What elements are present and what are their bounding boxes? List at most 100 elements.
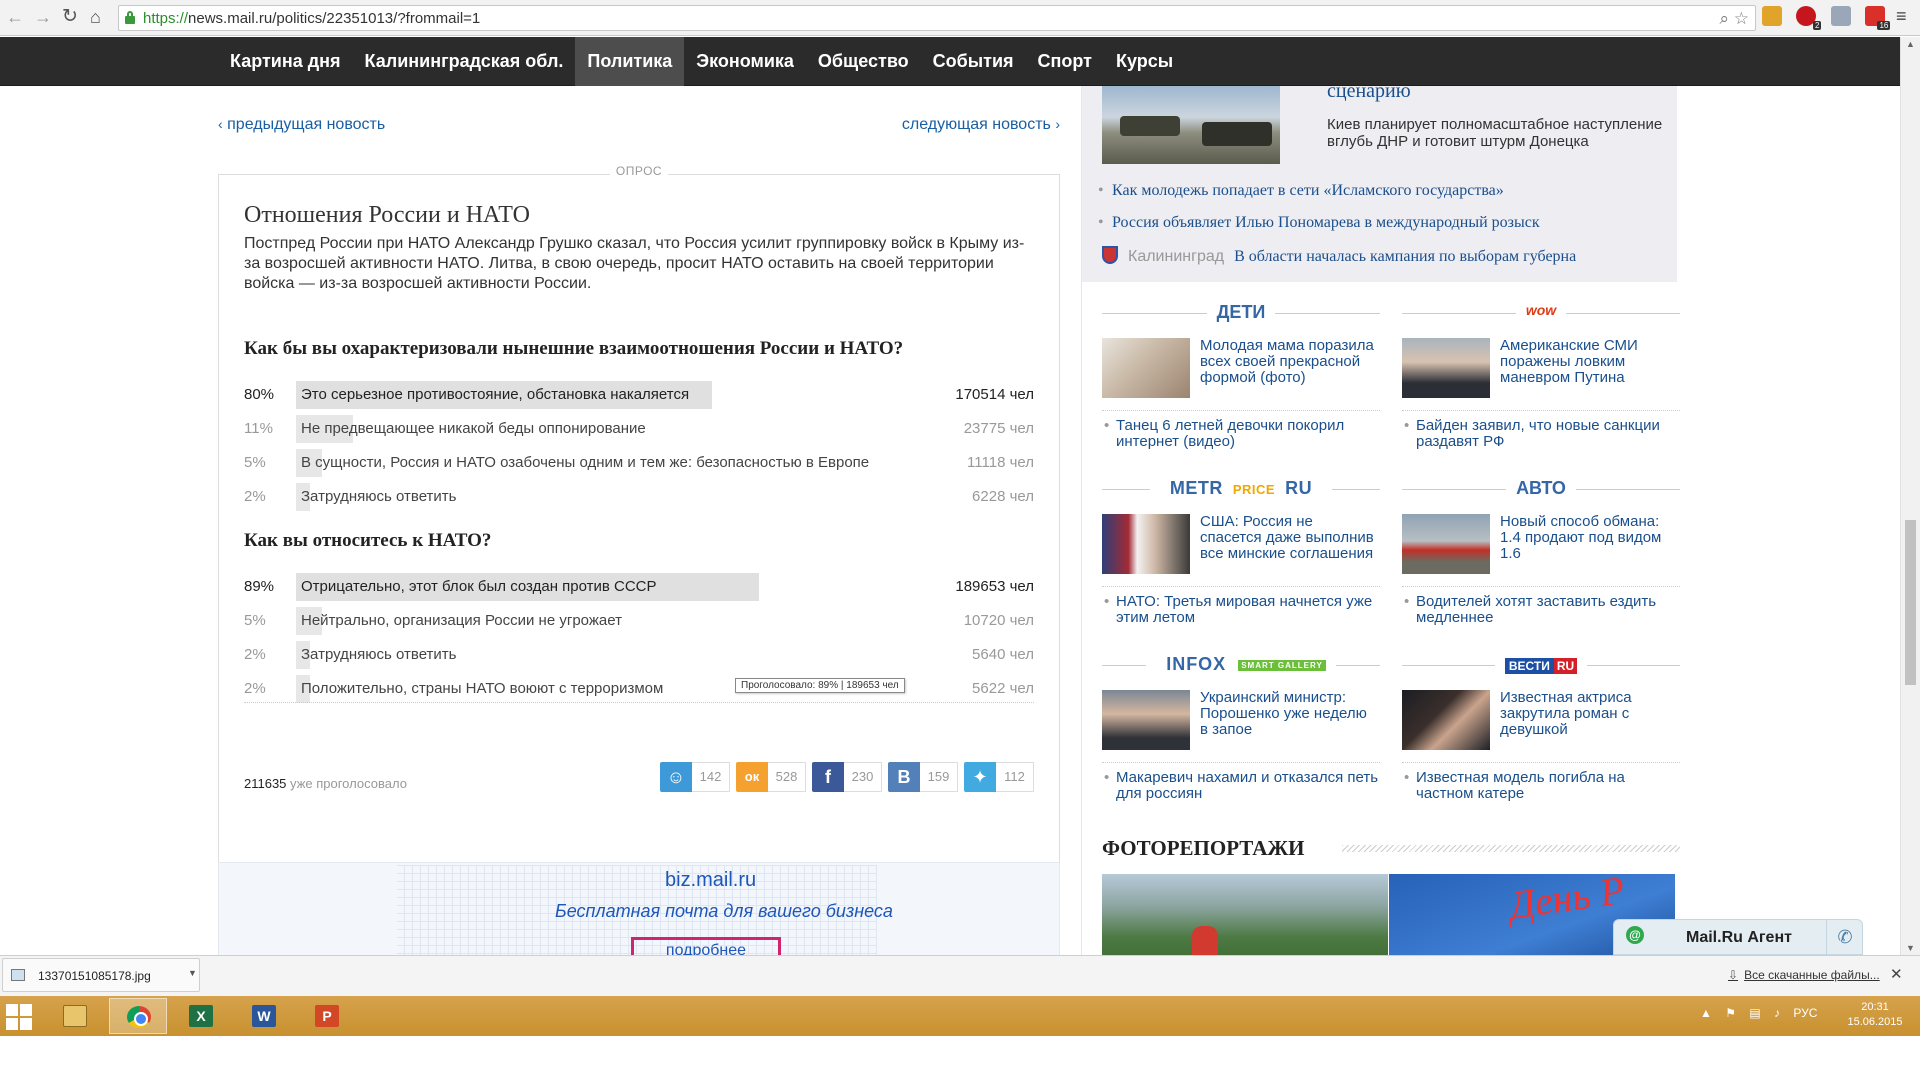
vkontakte-icon[interactable]: В: [888, 762, 920, 792]
nav-item[interactable]: Курсы: [1104, 37, 1185, 86]
rubric-item[interactable]: Новый способ обмана: 1.4 продают под вид…: [1402, 514, 1680, 576]
extension-icon[interactable]: [1830, 6, 1851, 26]
moimir-icon[interactable]: ☺: [660, 762, 692, 792]
facebook-icon[interactable]: f: [812, 762, 844, 792]
taskbar-excel[interactable]: X: [172, 998, 230, 1034]
thumbnail[interactable]: [1102, 338, 1190, 398]
poll-answer[interactable]: 11% Не предвещающее никакой беды оппониро…: [244, 412, 1034, 446]
phone-icon[interactable]: ✆: [1826, 920, 1863, 954]
thumbnail[interactable]: [1402, 514, 1490, 574]
rubric-item[interactable]: Американские СМИ поражены ловким маневро…: [1402, 338, 1680, 400]
rubric-link[interactable]: НАТО: Третья мировая начнется уже этим л…: [1102, 594, 1380, 626]
mail-extension-icon[interactable]: 16: [1865, 6, 1891, 30]
zoom-icon[interactable]: ⌕: [1719, 9, 1729, 28]
taskbar-powerpoint[interactable]: P: [298, 998, 356, 1034]
answer-count: 11118 чел: [967, 454, 1034, 471]
divider: [244, 702, 1034, 703]
thumbnail[interactable]: [1402, 338, 1490, 398]
all-downloads-link[interactable]: ⇩ Все скачанные файлы...: [1728, 968, 1880, 982]
rubric-item[interactable]: Украинский министр: Порошенко уже неделю…: [1102, 690, 1380, 752]
poll-answer[interactable]: 5% Нейтрально, организация России не угро…: [244, 604, 1034, 638]
poll-answer[interactable]: 5% В сущности, Россия и НАТО озабочены од…: [244, 446, 1034, 480]
download-arrow-icon: ⇩: [1728, 968, 1739, 982]
nav-item[interactable]: Калининградская обл.: [353, 37, 576, 86]
next-news-link[interactable]: следующая новость ›: [902, 116, 1060, 134]
clock[interactable]: 20:31 15.06.2015: [1838, 1000, 1912, 1030]
rubric-link[interactable]: Танец 6 летней девочки покорил интернет …: [1102, 418, 1380, 450]
news-title[interactable]: сценарию: [1327, 86, 1411, 103]
rubric-link[interactable]: Водителей хотят заставить ездить медленн…: [1402, 594, 1680, 626]
news-link[interactable]: Россия объявляет Илью Пономарева в между…: [1098, 214, 1540, 232]
address-bar[interactable]: https://news.mail.ru/politics/22351013/?…: [118, 5, 1756, 31]
share-vkontakte[interactable]: В 159: [888, 762, 958, 792]
thumbnail[interactable]: [1102, 690, 1190, 750]
chevron-down-icon[interactable]: ▼: [188, 968, 197, 978]
poll-answer[interactable]: 2% Затрудняюсь ответить 6228 чел: [244, 480, 1034, 514]
menu-icon[interactable]: ≡: [1896, 6, 1907, 27]
rubric-link[interactable]: Известная модель погибла на частном кате…: [1402, 770, 1680, 802]
home-icon[interactable]: ⌂: [90, 7, 101, 27]
news-link[interactable]: Как молодежь попадает в сети «Исламского…: [1098, 182, 1504, 200]
poll-description: Постпред России при НАТО Александр Грушк…: [244, 235, 1025, 292]
answer-percent: 80%: [244, 386, 275, 403]
nav-item[interactable]: Общество: [806, 37, 921, 86]
lock-icon: [125, 11, 135, 24]
photoreports-heading: ФОТОРЕПОРТАЖИ: [1102, 836, 1680, 862]
rubric-link[interactable]: Байден заявил, что новые санкции раздавя…: [1402, 418, 1680, 450]
taskbar-chrome[interactable]: [109, 998, 167, 1034]
rubric-wow: wow Американские СМИ поражены ловким ман…: [1402, 302, 1680, 450]
banner-more-button[interactable]: подробнее: [631, 937, 781, 956]
previous-news-link[interactable]: ‹ предыдущая новость: [218, 116, 385, 134]
reload-icon[interactable]: ↻: [62, 7, 78, 27]
url-text[interactable]: https://news.mail.ru/politics/22351013/?…: [143, 10, 480, 27]
nav-item[interactable]: Картина дня: [218, 37, 353, 86]
share-twitter[interactable]: ✦ 112: [964, 762, 1034, 792]
rubric-link[interactable]: Макаревич нахамил и отказался петь для р…: [1102, 770, 1380, 802]
photoreport-image[interactable]: [1102, 874, 1388, 956]
forward-icon[interactable]: →: [34, 7, 52, 27]
answer-count: 23775 чел: [963, 420, 1034, 437]
download-item[interactable]: 13370151085178.jpg ▼: [2, 958, 200, 992]
poll-answer[interactable]: 80% Это серьезное противостояние, обстано…: [244, 378, 1034, 412]
poll-answer[interactable]: 2% Положительно, страны НАТО воюют с терр…: [244, 672, 1034, 706]
scrollbar-thumb[interactable]: [1905, 520, 1916, 685]
news-photo[interactable]: [1102, 86, 1280, 164]
scroll-down-icon[interactable]: ▼: [1906, 943, 1915, 953]
volume-icon[interactable]: ♪: [1774, 1006, 1780, 1020]
biz-mail-banner[interactable]: biz.mail.ru Бесплатная почта для вашего …: [218, 862, 1060, 956]
adblock-icon[interactable]: 2: [1796, 6, 1822, 30]
twitter-icon[interactable]: ✦: [964, 762, 996, 792]
answer-text: Затрудняюсь ответить: [301, 488, 457, 505]
rubric-item[interactable]: Известная актриса закрутила роман с деву…: [1402, 690, 1680, 752]
nav-item[interactable]: События: [921, 37, 1026, 86]
chrome-icon: [127, 1006, 151, 1028]
taskbar-word[interactable]: W: [235, 998, 293, 1034]
thumbnail[interactable]: [1102, 514, 1190, 574]
share-moimir[interactable]: ☺ 142: [660, 762, 730, 792]
nav-item[interactable]: Спорт: [1026, 37, 1104, 86]
thumbnail[interactable]: [1402, 690, 1490, 750]
poll-answer[interactable]: 2% Затрудняюсь ответить 5640 чел: [244, 638, 1034, 672]
total-votes: 211635 уже проголосовало: [244, 776, 407, 791]
taskbar-explorer[interactable]: [46, 998, 104, 1034]
scroll-up-icon[interactable]: ▲: [1906, 39, 1915, 49]
network-icon[interactable]: ▤: [1749, 1006, 1760, 1020]
close-icon[interactable]: ✕: [1890, 965, 1903, 983]
rubric-item[interactable]: Молодая мама поразила всех своей прекрас…: [1102, 338, 1380, 400]
page-scrollbar[interactable]: ▲ ▼: [1900, 37, 1920, 955]
star-icon[interactable]: ☆: [1734, 9, 1749, 28]
poll-answer[interactable]: 89% Отрицательно, этот блок был создан пр…: [244, 570, 1034, 604]
nav-item[interactable]: Экономика: [684, 37, 806, 86]
flag-icon[interactable]: ⚑: [1725, 1006, 1736, 1020]
extension-icon[interactable]: [1762, 6, 1782, 26]
rubric-item[interactable]: США: Россия не спасется даже выполнив вс…: [1102, 514, 1380, 576]
odnoklassniki-icon[interactable]: ок: [736, 762, 768, 792]
language-indicator[interactable]: РУС: [1793, 1006, 1817, 1020]
tray-expand-icon[interactable]: ▲: [1700, 1006, 1712, 1020]
windows-start-icon[interactable]: [6, 1004, 32, 1030]
nav-item[interactable]: Политика: [575, 37, 685, 86]
back-icon[interactable]: ←: [6, 7, 24, 27]
share-odnoklassniki[interactable]: ок 528: [736, 762, 806, 792]
mailru-agent-widget[interactable]: @ Mail.Ru Агент ✆: [1613, 919, 1863, 955]
share-facebook[interactable]: f 230: [812, 762, 882, 792]
